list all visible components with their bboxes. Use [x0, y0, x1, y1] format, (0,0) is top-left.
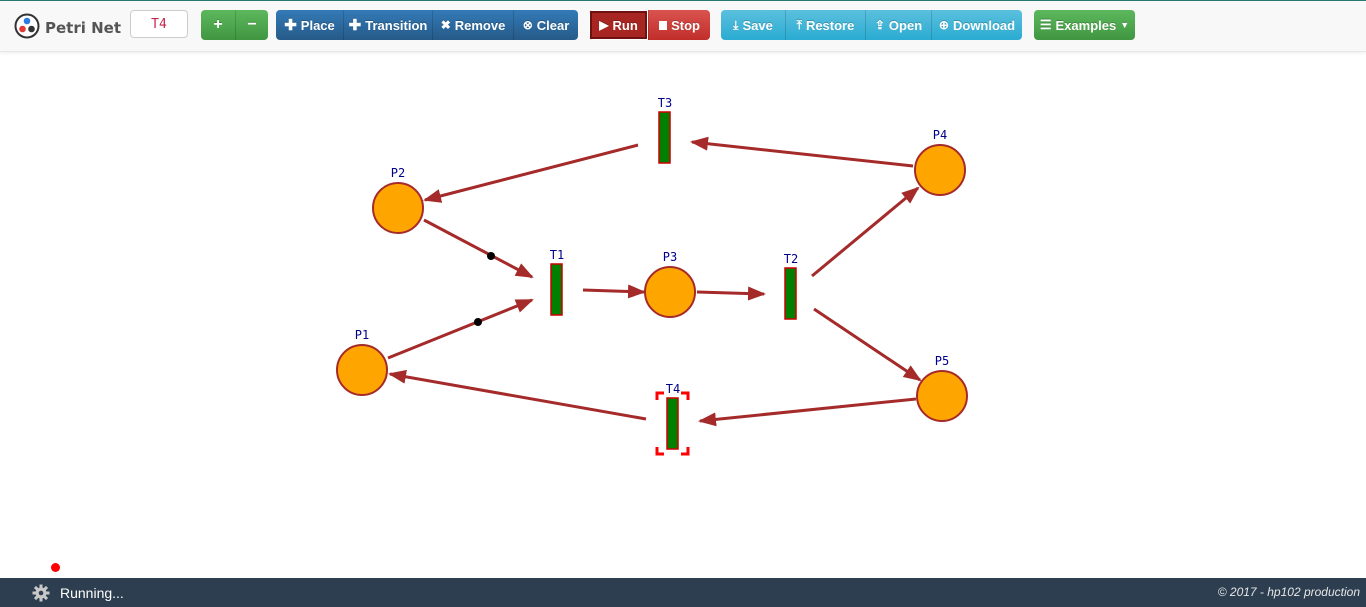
minus-icon: −	[247, 16, 257, 33]
save-button[interactable]: ⤓ Save	[721, 10, 785, 40]
place-p4[interactable]: P4	[914, 128, 966, 196]
plus-icon: +	[213, 16, 223, 33]
plus-icon: ✚	[348, 17, 362, 34]
transition-label: T3	[658, 96, 672, 110]
petri-net-graph[interactable]: P1 P2 P3 P4 P5 T1 T2 T3 T4	[0, 52, 1366, 578]
place-label: P5	[935, 354, 949, 368]
arc-t3-p2[interactable]	[423, 143, 639, 203]
brand-name: Petri Net	[45, 19, 121, 37]
open-label: Open	[888, 17, 923, 33]
place-label: P3	[663, 250, 677, 264]
run-button[interactable]: ▶ Run	[589, 10, 649, 40]
arc-p2-t1[interactable]	[423, 218, 534, 279]
gear-icon[interactable]	[32, 584, 50, 607]
stop-label: Stop	[671, 17, 700, 33]
place-p2[interactable]: P2	[372, 166, 424, 234]
remove-button[interactable]: ✖ Remove	[432, 10, 513, 40]
restore-icon: ⤒	[796, 17, 802, 32]
token	[474, 318, 482, 326]
clear-button[interactable]: ⊗ Clear	[513, 10, 578, 40]
remove-label: Remove	[454, 17, 506, 33]
simulation-button-group: ▶ Run Stop	[589, 10, 710, 40]
download-button[interactable]: ⊕ Download	[931, 10, 1022, 40]
zoom-out-button[interactable]: −	[235, 10, 268, 40]
save-icon: ⤓	[733, 17, 739, 32]
transition-t2[interactable]: T2	[784, 252, 798, 320]
status-text: Running...	[60, 585, 124, 601]
caret-down-icon: ▼	[1120, 20, 1130, 30]
stop-button[interactable]: Stop	[648, 10, 710, 40]
download-circle-icon: ⊕	[938, 18, 949, 32]
place-p1[interactable]: P1	[336, 328, 388, 396]
add-place-button[interactable]: ✚ Place	[276, 10, 343, 40]
menu-icon: ☰	[1039, 17, 1052, 32]
copyright-text: © 2017 - hp102 production	[1217, 585, 1360, 599]
play-icon: ▶	[599, 18, 609, 32]
transition-t1[interactable]: T1	[550, 248, 564, 316]
restore-button[interactable]: ⤒ Restore	[785, 10, 865, 40]
clear-label: Clear	[536, 17, 570, 33]
save-label: Save	[742, 17, 773, 33]
open-button[interactable]: ⇪ Open	[865, 10, 931, 40]
arc-t2-p4[interactable]	[811, 186, 920, 278]
examples-label: Examples	[1055, 17, 1117, 33]
stop-icon	[659, 20, 668, 30]
arc-p5-t4[interactable]	[698, 397, 917, 427]
petri-net-logo-icon	[14, 13, 40, 44]
arc-t4-p1[interactable]	[388, 369, 647, 421]
restore-label: Restore	[805, 17, 855, 33]
place-p5[interactable]: P5	[916, 354, 968, 422]
arc-t1-p3[interactable]	[582, 284, 646, 299]
transition-label: T2	[784, 252, 798, 266]
run-label: Run	[612, 17, 638, 33]
footer-status-bar: Running... © 2017 - hp102 production	[0, 578, 1366, 607]
arc-p1-t1[interactable]	[387, 298, 534, 360]
zoom-button-group: + −	[201, 10, 268, 40]
token	[487, 252, 495, 260]
arc-p4-t3[interactable]	[690, 136, 914, 168]
plus-icon: ✚	[284, 17, 297, 34]
add-place-label: Place	[300, 17, 335, 33]
add-transition-label: Transition	[365, 17, 428, 33]
running-indicator-dot	[51, 563, 60, 572]
place-label: P2	[391, 166, 405, 180]
brand[interactable]: Petri Net	[14, 13, 121, 44]
transition-label: T1	[550, 248, 564, 262]
add-transition-button[interactable]: ✚ Transition	[343, 10, 432, 40]
file-button-group: ⤓ Save ⤒ Restore ⇪ Open ⊕ Download	[721, 10, 1022, 40]
place-label: P4	[933, 128, 947, 142]
transition-t4[interactable]: T4	[655, 382, 690, 456]
edit-button-group: ✚ Place ✚ Transition ✖ Remove ⊗ Clear	[276, 10, 578, 40]
toolbar: Petri Net T4 + − ✚ Place ✚ Transition ✖ …	[0, 1, 1366, 52]
zoom-in-button[interactable]: +	[201, 10, 235, 40]
arc-t2-p5[interactable]	[813, 307, 922, 382]
petri-net-canvas[interactable]: P1 P2 P3 P4 P5 T1 T2 T3 T4	[0, 52, 1366, 578]
place-p3[interactable]: P3	[644, 250, 696, 318]
transition-t3[interactable]: T3	[658, 96, 672, 164]
download-label: Download	[952, 17, 1016, 33]
place-label: P1	[355, 328, 369, 342]
examples-dropdown: ☰ Examples ▼	[1034, 10, 1135, 40]
arc-p3-t2[interactable]	[696, 286, 766, 301]
examples-button[interactable]: ☰ Examples ▼	[1034, 10, 1135, 40]
clear-circle-icon: ⊗	[522, 18, 533, 32]
selected-element-display: T4	[130, 10, 188, 38]
transition-label: T4	[666, 382, 680, 396]
close-icon: ✖	[440, 18, 451, 32]
upload-icon: ⇪	[874, 18, 885, 32]
